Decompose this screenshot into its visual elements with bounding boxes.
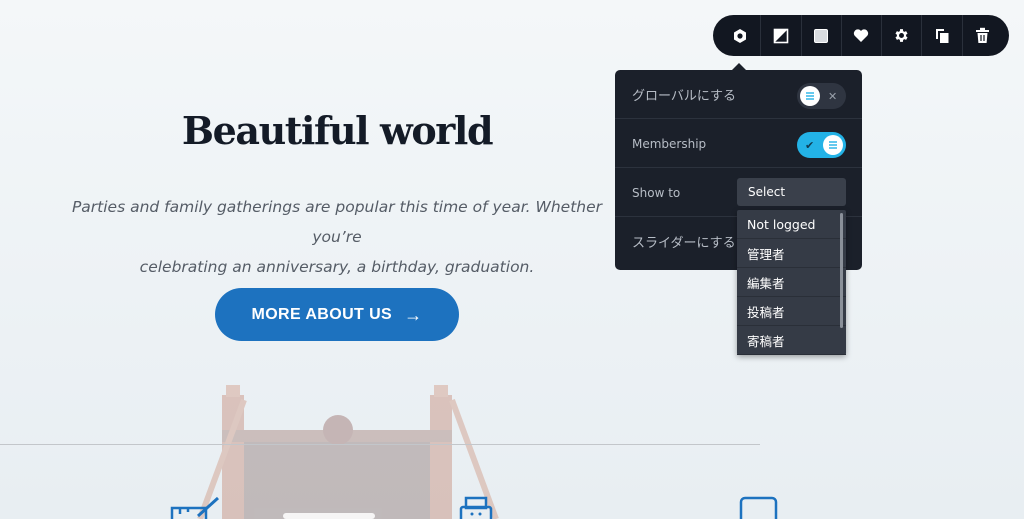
membership-label: Membership <box>632 136 707 151</box>
show-to-dropdown: Not logged 管理者 編集者 投稿者 寄稿者 <box>737 210 846 355</box>
square-icon <box>814 28 829 43</box>
toggle-lines-icon <box>806 92 814 100</box>
toggle-knob <box>823 135 843 155</box>
design-tools-icon <box>170 496 220 519</box>
contrast-icon <box>773 28 789 43</box>
heart-icon <box>854 29 869 42</box>
global-toggle[interactable]: ✕ <box>797 83 846 109</box>
toggle-lines-icon <box>829 141 837 149</box>
block-settings-button[interactable] <box>720 15 760 56</box>
dropdown-option[interactable]: 編集者 <box>737 268 846 297</box>
printer-icon <box>459 496 493 519</box>
membership-row: Membership ✔ <box>615 119 862 168</box>
dropdown-option[interactable]: 管理者 <box>737 239 846 268</box>
hero-description-line-1: Parties and family gatherings are popula… <box>71 198 603 246</box>
slider-label: スライダーにする <box>632 236 736 251</box>
delete-button[interactable] <box>961 15 1002 56</box>
trash-icon <box>975 27 989 43</box>
duplicate-icon <box>936 29 949 43</box>
dropdown-option[interactable]: Not logged <box>737 210 846 239</box>
toggle-knob <box>800 86 820 106</box>
block-editor-toolbar <box>713 15 1009 56</box>
close-icon: ✕ <box>828 89 838 103</box>
options-button[interactable] <box>881 15 921 56</box>
duplicate-button[interactable] <box>921 15 961 56</box>
contrast-button[interactable] <box>760 15 800 56</box>
more-about-us-label: MORE ABOUT US <box>251 305 393 323</box>
more-about-us-button[interactable]: MORE ABOUT US → <box>215 288 459 341</box>
hero-description-line-2: celebrating an anniversary, a birthday, … <box>139 258 535 276</box>
arrow-right-icon: → <box>404 304 423 325</box>
global-label: グローバルにする <box>632 89 737 104</box>
check-icon: ✔ <box>805 138 815 152</box>
show-to-select[interactable]: Select <box>737 178 846 206</box>
hero-description: Parties and family gatherings are popula… <box>52 192 622 282</box>
dropdown-option[interactable]: 投稿者 <box>737 297 846 326</box>
show-to-label: Show to <box>632 185 681 200</box>
membership-toggle[interactable]: ✔ <box>797 132 846 158</box>
dropdown-scrollbar[interactable] <box>840 213 843 328</box>
favorite-button[interactable] <box>840 15 881 56</box>
gear-icon <box>895 29 908 42</box>
hero-title: Beautiful world <box>181 108 494 153</box>
global-row: グローバルにする ✕ <box>615 70 862 119</box>
section-divider <box>0 444 760 445</box>
tablet-icon <box>739 496 778 519</box>
settings-hex-icon <box>734 28 747 43</box>
background-button[interactable] <box>800 15 841 56</box>
dropdown-option[interactable]: 寄稿者 <box>737 326 846 355</box>
